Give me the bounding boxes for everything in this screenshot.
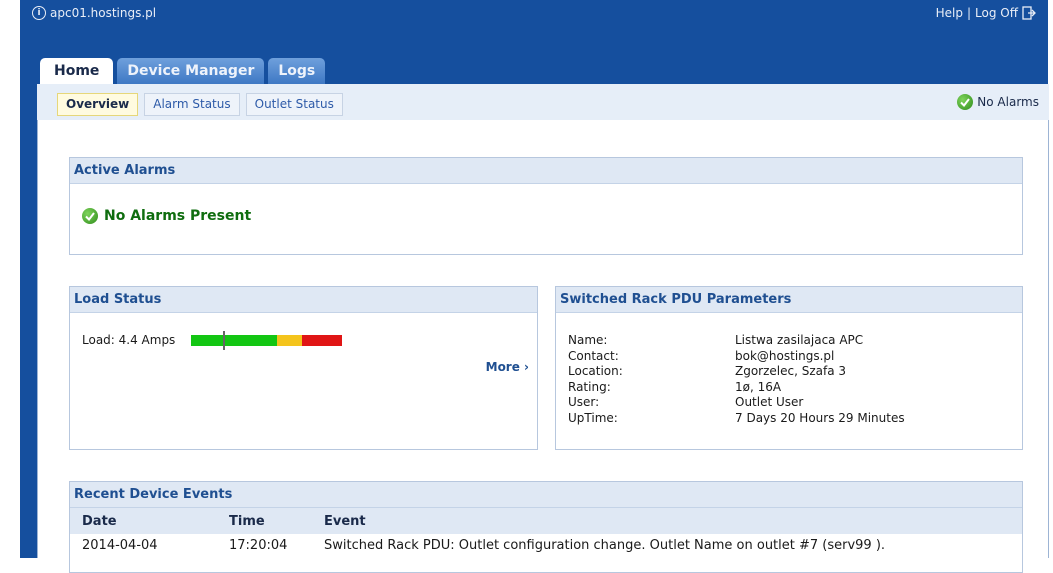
param-key: Contact: xyxy=(568,348,619,363)
main-content: Active Alarms No Alarms Present Load Sta… xyxy=(37,120,1049,573)
param-value: 1ø, 16A xyxy=(735,379,782,394)
link-separator: | xyxy=(966,6,972,20)
event-date: 2014-04-04 xyxy=(82,537,158,553)
load-label: Load: 4.4 Amps xyxy=(82,333,176,347)
help-link[interactable]: Help xyxy=(936,6,963,20)
subtab-outlet-status[interactable]: Outlet Status xyxy=(245,93,343,116)
param-value: Outlet User xyxy=(735,395,804,409)
param-row-rating: Rating: 1ø, 16A xyxy=(568,380,905,396)
table-row: 2014-04-04 17:20:04 Switched Rack PDU: O… xyxy=(70,534,1022,556)
alarm-indicator[interactable]: No Alarms xyxy=(957,94,1039,110)
load-status-panel: Load Status Load: 4.4 Amps More › xyxy=(69,286,538,450)
app-frame: i apc01.hostings.pl Help | Log Off Home … xyxy=(20,0,1049,573)
load-bar-normal-zone xyxy=(191,334,278,346)
subtab-overview[interactable]: Overview xyxy=(57,93,139,116)
ok-check-icon xyxy=(957,94,974,110)
alarm-indicator-label: No Alarms xyxy=(977,95,1039,109)
pdu-parameters-title: Switched Rack PDU Parameters xyxy=(556,287,1022,313)
pdu-parameters-panel: Switched Rack PDU Parameters Name: Listwa… xyxy=(555,286,1023,450)
ok-check-icon xyxy=(82,208,98,224)
column-header-event[interactable]: Event xyxy=(312,508,1022,534)
param-row-name: Name: Listwa zasilajaca APC xyxy=(568,333,905,349)
host-name: apc01.hostings.pl xyxy=(50,6,157,20)
param-key: Name: xyxy=(568,333,608,347)
load-bar-warning-zone xyxy=(277,334,303,346)
param-key: Rating: xyxy=(568,379,611,394)
load-bar-overload-zone xyxy=(302,334,343,346)
load-row: Load: 4.4 Amps xyxy=(82,330,343,350)
column-header-date[interactable]: Date xyxy=(70,508,217,534)
load-marker xyxy=(223,330,226,350)
top-links: Help | Log Off xyxy=(936,6,1036,20)
events-table: Date Time Event 2014-04-04 17:20:04 Swit… xyxy=(70,508,1022,556)
more-link[interactable]: More › xyxy=(486,360,529,374)
logoff-icon[interactable] xyxy=(1022,6,1036,20)
event-text: Switched Rack PDU: Outlet configuration … xyxy=(324,537,886,553)
param-key: UpTime: xyxy=(568,410,618,425)
param-row-user: User: Outlet User xyxy=(568,395,905,411)
pdu-parameters-list: Name: Listwa zasilajaca APC Contact: bok@h… xyxy=(568,333,905,426)
event-time: 17:20:04 xyxy=(229,537,288,553)
top-bar: i apc01.hostings.pl Help | Log Off xyxy=(20,0,1048,40)
no-alarms-text: No Alarms Present xyxy=(104,208,252,224)
active-alarms-title: Active Alarms xyxy=(70,158,1022,184)
sub-tabs: Overview Alarm Status Outlet Status xyxy=(57,93,343,116)
param-value: Zgorzelec, Szafa 3 xyxy=(735,364,847,378)
tab-home[interactable]: Home xyxy=(40,58,114,84)
recent-events-title: Recent Device Events xyxy=(70,482,1022,508)
column-header-time[interactable]: Time xyxy=(217,508,312,534)
load-bar xyxy=(191,330,343,350)
param-key: Location: xyxy=(568,364,623,378)
param-value: Listwa zasilajaca APC xyxy=(735,333,864,347)
param-key: User: xyxy=(568,395,600,409)
tab-logs[interactable]: Logs xyxy=(268,58,326,84)
param-value: bok@hostings.pl xyxy=(735,348,835,363)
logoff-link[interactable]: Log Off xyxy=(975,6,1018,20)
main-tabs: Home Device Manager Logs xyxy=(40,58,326,84)
subtab-alarm-status[interactable]: Alarm Status xyxy=(144,93,240,116)
sub-nav-bar: Overview Alarm Status Outlet Status No A… xyxy=(37,84,1049,120)
recent-events-panel: Recent Device Events Date Time Event 201… xyxy=(69,481,1023,573)
no-alarms-message: No Alarms Present xyxy=(82,208,251,224)
load-status-title: Load Status xyxy=(70,287,537,313)
param-row-uptime: UpTime: 7 Days 20 Hours 29 Minutes xyxy=(568,411,905,427)
param-value: 7 Days 20 Hours 29 Minutes xyxy=(735,410,905,425)
events-header-row: Date Time Event xyxy=(70,508,1022,534)
param-row-location: Location: Zgorzelec, Szafa 3 xyxy=(568,364,905,380)
host-info: i apc01.hostings.pl xyxy=(32,6,156,20)
tab-device-manager[interactable]: Device Manager xyxy=(117,58,265,84)
active-alarms-panel: Active Alarms No Alarms Present xyxy=(69,157,1023,255)
info-icon: i xyxy=(32,6,46,20)
param-row-contact: Contact: bok@hostings.pl xyxy=(568,349,905,365)
